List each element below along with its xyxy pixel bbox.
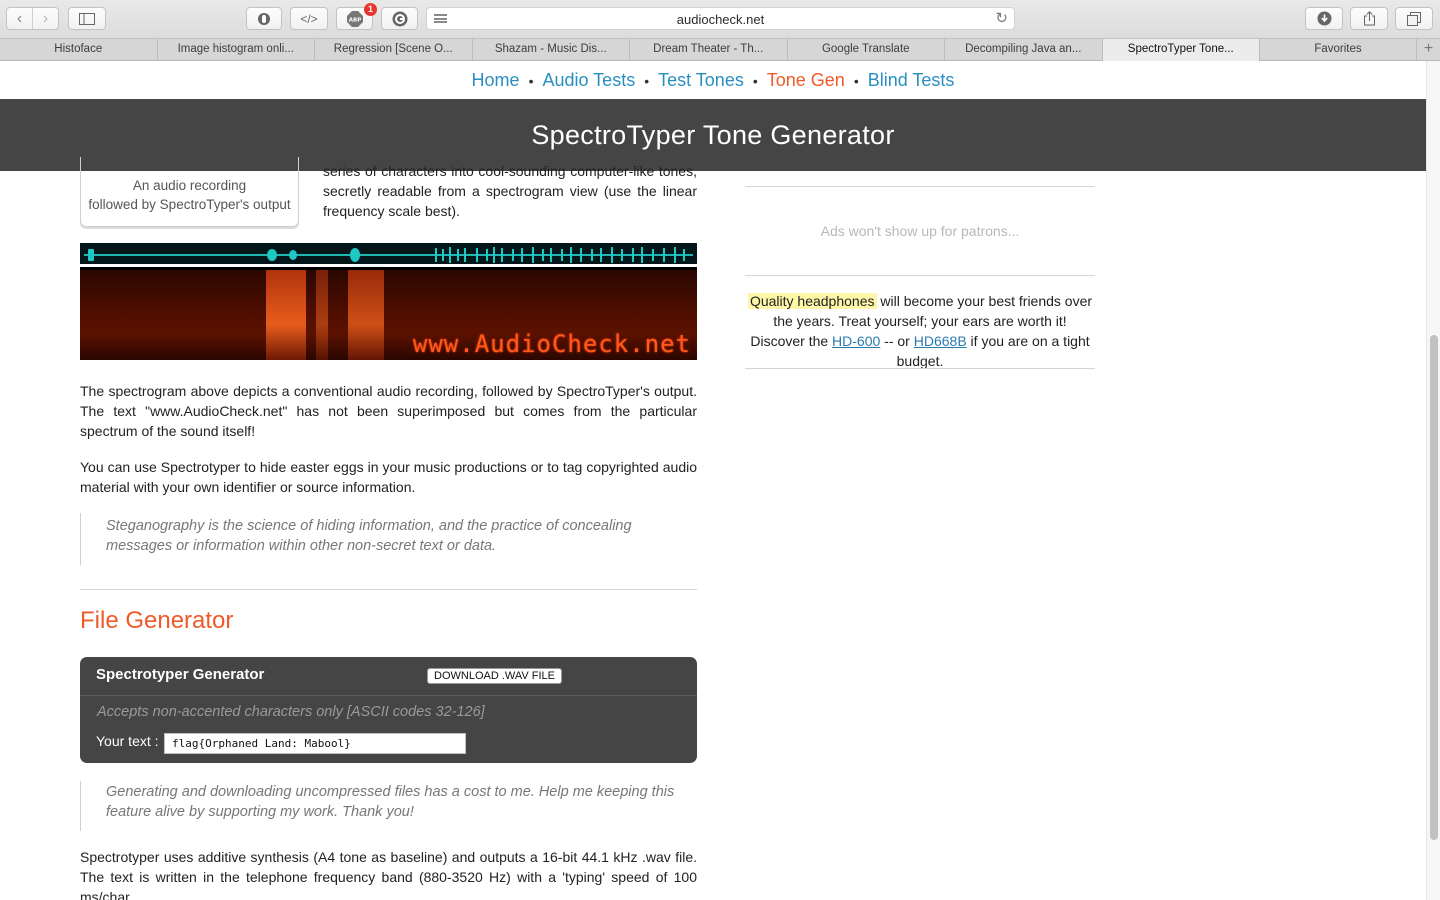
adblock-icon: ABP xyxy=(346,10,363,27)
shield-icon xyxy=(258,12,270,25)
download-icon xyxy=(1317,11,1331,26)
tab-shazam[interactable]: Shazam - Music Dis... xyxy=(473,39,630,61)
downloads-button[interactable] xyxy=(1305,7,1343,30)
nav-separator: • xyxy=(528,73,534,89)
panel-divider xyxy=(80,695,697,696)
spectrogram-caption-box: An audio recording followed by SpectroTy… xyxy=(80,157,299,227)
tab-google-translate[interactable]: Google Translate xyxy=(788,39,945,61)
page-scrollbar[interactable] xyxy=(1426,61,1440,900)
headphones-between: -- or xyxy=(880,333,914,349)
hd668b-link[interactable]: HD668B xyxy=(914,333,967,349)
technical-paragraph: Spectrotyper uses additive synthesis (A4… xyxy=(80,849,697,900)
svg-text:ABP: ABP xyxy=(348,17,360,23)
nav-tone-gen[interactable]: Tone Gen xyxy=(767,70,845,90)
adblock-count-badge: 1 xyxy=(364,3,377,16)
download-wav-button[interactable]: DOWNLOAD .WAV FILE xyxy=(427,668,563,684)
tab-overview-button[interactable] xyxy=(1395,7,1433,30)
quality-headphones-highlight: Quality headphones xyxy=(747,293,877,309)
spectrum-band xyxy=(266,270,306,360)
sidebar-divider xyxy=(745,368,1095,369)
back-icon[interactable]: ‹ xyxy=(7,8,32,29)
waveform-strip xyxy=(80,243,697,267)
nav-buttons: ‹ › xyxy=(6,7,59,30)
hd600-link[interactable]: HD-600 xyxy=(832,333,880,349)
description-paragraph-1: The spectrogram above depicts a conventi… xyxy=(80,383,697,439)
generator-title: Spectrotyper Generator xyxy=(96,666,265,683)
nav-separator: • xyxy=(644,73,650,89)
tab-regression[interactable]: Regression [Scene O... xyxy=(315,39,473,61)
ads-note: Ads won't show up for patrons... xyxy=(820,223,1020,239)
intro-paragraph: series of characters into cool-sounding … xyxy=(323,163,697,219)
headphones-recommendation: Quality headphones will become your best… xyxy=(745,291,1095,371)
reload-icon[interactable]: ↻ xyxy=(995,9,1008,27)
sidebar-divider xyxy=(745,275,1095,276)
site-navigation: Home • Audio Tests • Test Tones • Tone Gen • Bli… xyxy=(0,61,1426,99)
tab-decompiling-java[interactable]: Decompiling Java an... xyxy=(945,39,1103,61)
nav-separator: • xyxy=(752,73,758,89)
tabs-icon xyxy=(1407,11,1421,26)
developer-button[interactable]: </> xyxy=(290,7,328,30)
spectrum-band xyxy=(348,270,384,360)
spectrogram-watermark: www.AudioCheck.net xyxy=(412,330,691,358)
browser-toolbar: ‹ › </> ABP 1 audiocheck.net ↻ xyxy=(0,0,1440,38)
description-paragraph-2: You can use Spectrotyper to hide easter … xyxy=(80,459,697,495)
spectrogram-area: www.AudioCheck.net xyxy=(80,270,697,360)
support-quote: Generating and downloading uncompressed … xyxy=(80,781,697,831)
url-text: audiocheck.net xyxy=(676,12,765,27)
tab-dream-theater[interactable]: Dream Theater - Th... xyxy=(630,39,788,61)
tab-spectrotyper[interactable]: SpectroTyper Tone... xyxy=(1102,39,1260,61)
caption-line-2: followed by SpectroTyper's output xyxy=(88,197,291,212)
your-text-label: Your text : xyxy=(96,733,159,749)
ascii-note: Accepts non-accented characters only [AS… xyxy=(97,704,485,720)
tab-bar: Histoface Image histogram onli... Regres… xyxy=(0,38,1440,61)
tab-image-histogram[interactable]: Image histogram onli... xyxy=(158,39,315,61)
file-generator-heading: File Generator xyxy=(80,607,234,634)
sidebar-divider xyxy=(745,186,1095,187)
generator-panel: Spectrotyper Generator DOWNLOAD .WAV FIL… xyxy=(80,657,697,763)
spectrum-band xyxy=(316,270,328,360)
adblock-button[interactable]: ABP 1 xyxy=(336,3,377,30)
nav-audio-tests[interactable]: Audio Tests xyxy=(542,70,635,90)
sidebar-icon xyxy=(79,12,95,25)
grammar-extension-button[interactable] xyxy=(381,7,418,30)
nav-blind-tests[interactable]: Blind Tests xyxy=(868,70,955,90)
forward-icon[interactable]: › xyxy=(32,8,58,29)
tab-histoface[interactable]: Histoface xyxy=(0,39,158,61)
spectrogram-image: www.AudioCheck.net xyxy=(80,243,697,360)
share-button[interactable] xyxy=(1350,7,1388,30)
tab-favorites[interactable]: Favorites xyxy=(1260,39,1417,61)
scrollbar-thumb[interactable] xyxy=(1430,335,1438,840)
share-icon xyxy=(1363,11,1375,26)
nav-separator: • xyxy=(853,73,859,89)
web-page: Home • Audio Tests • Test Tones • Tone Gen • Bli… xyxy=(0,61,1426,900)
waveform-peaks xyxy=(88,247,685,263)
steganography-quote: Steganography is the science of hiding i… xyxy=(80,513,697,565)
your-text-input[interactable]: flag{Orphaned Land: Mabool} xyxy=(164,733,466,754)
privacy-extension-button[interactable] xyxy=(246,7,282,30)
code-icon: </> xyxy=(300,11,318,26)
grammarly-icon xyxy=(392,11,407,26)
section-divider xyxy=(80,589,697,590)
new-tab-icon[interactable]: + xyxy=(1417,39,1440,60)
nav-home[interactable]: Home xyxy=(472,70,520,90)
caption-line-1: An audio recording xyxy=(132,178,247,193)
nav-test-tones[interactable]: Test Tones xyxy=(658,70,744,90)
address-bar[interactable]: audiocheck.net ↻ xyxy=(426,7,1015,30)
sidebar-toggle-button[interactable] xyxy=(68,7,106,30)
